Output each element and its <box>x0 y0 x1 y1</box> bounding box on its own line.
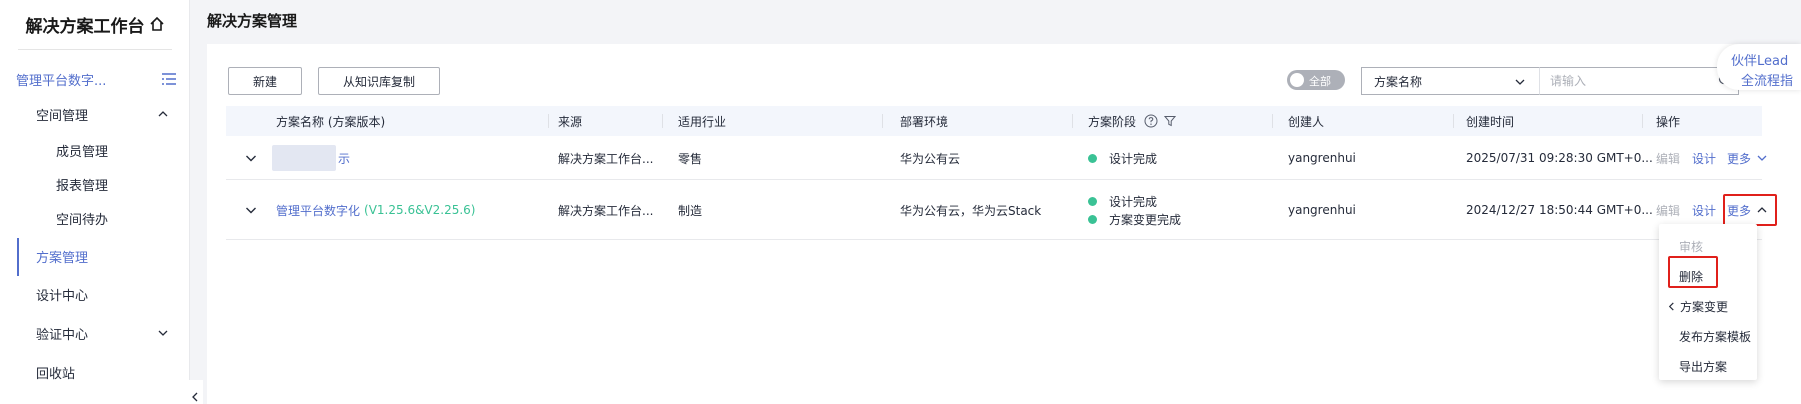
menu-item-export[interactable]: 导出方案 <box>1659 352 1757 380</box>
design-button[interactable]: 设计 <box>1692 136 1716 180</box>
column-divider <box>1072 114 1073 128</box>
search-field-select[interactable]: 方案名称 <box>1361 67 1539 95</box>
stage-cell: 设计完成 <box>1088 136 1157 180</box>
table-header: 方案名称 (方案版本) 来源 适用行业 部署环境 方案阶段 创建人 创建时间 操… <box>226 106 1762 136</box>
sidebar: 解决方案工作台 管理平台数字... 空间管理 成员管理 报表管理 空间待办 方案… <box>0 0 190 404</box>
new-button[interactable]: 新建 <box>228 67 302 95</box>
menu-item-solution-change[interactable]: 方案变更 <box>1659 292 1757 320</box>
sidebar-item-solution-management[interactable]: 方案管理 <box>0 240 190 272</box>
column-header-creator: 创建人 <box>1288 114 1325 129</box>
home-icon[interactable] <box>149 16 165 32</box>
help-icon[interactable] <box>1144 114 1158 128</box>
source-cell: 解决方案工作台... <box>558 203 654 218</box>
industry-cell: 制造 <box>678 203 703 218</box>
column-divider <box>1642 114 1643 128</box>
status-dot <box>1088 153 1097 163</box>
sidebar-item-design-center[interactable]: 设计中心 <box>0 278 190 310</box>
chevron-down-icon <box>1757 155 1767 161</box>
chevron-left-icon <box>192 392 198 402</box>
filter-icon[interactable] <box>1164 115 1177 127</box>
chevron-left-icon <box>1668 301 1674 311</box>
table-row: 管理平台数字化 (V1.25.6&V2.25.6) 解决方案工作台... 制造 … <box>226 180 1767 240</box>
column-header-industry: 适用行业 <box>678 114 727 129</box>
source-cell: 解决方案工作台... <box>558 151 654 166</box>
column-divider <box>662 114 663 128</box>
column-divider <box>882 114 883 128</box>
creator-cell: yangrenhui <box>1288 151 1356 165</box>
page-title: 解决方案管理 <box>207 12 298 30</box>
expand-row-icon[interactable] <box>245 204 257 216</box>
sidebar-item-recycle-bin[interactable]: 回收站 <box>0 356 190 388</box>
column-divider <box>548 114 549 128</box>
partner-lead-widget[interactable]: 伙伴Lead 全流程指 <box>1717 44 1801 90</box>
status-dot <box>1088 196 1097 206</box>
sidebar-item-members[interactable]: 成员管理 <box>0 134 190 166</box>
toggle-knob <box>1290 73 1304 87</box>
stage-cell: 设计完成 <box>1088 193 1157 209</box>
env-cell: 华为公有云，华为云Stack <box>900 203 1042 218</box>
more-actions-menu: 审核 删除 方案变更 发布方案模板 导出方案 <box>1659 224 1757 380</box>
solution-name-cell[interactable]: 示 <box>272 136 350 180</box>
column-header-ops: 操作 <box>1656 114 1681 129</box>
env-cell: 华为公有云 <box>900 151 961 166</box>
chevron-up-icon <box>158 111 168 117</box>
redacted-text <box>272 145 336 171</box>
sidebar-item-reports[interactable]: 报表管理 <box>0 168 190 200</box>
column-divider <box>1272 114 1273 128</box>
column-divider <box>1453 114 1454 128</box>
sidebar-collapse-handle[interactable] <box>187 380 203 404</box>
column-header-stage: 方案阶段 <box>1088 106 1177 136</box>
creator-cell: yangrenhui <box>1288 203 1356 217</box>
solution-name-cell[interactable]: 管理平台数字化 (V1.25.6&V2.25.6) <box>276 180 476 240</box>
sidebar-title[interactable]: 解决方案工作台 <box>0 0 190 48</box>
menu-item-publish-template[interactable]: 发布方案模板 <box>1659 322 1757 350</box>
column-header-env: 部署环境 <box>900 114 949 129</box>
column-header-name: 方案名称 (方案版本) <box>276 114 386 129</box>
sidebar-item-space-management[interactable]: 空间管理 <box>0 98 190 130</box>
more-button[interactable]: 更多 <box>1727 136 1767 180</box>
column-header-source: 来源 <box>558 114 583 129</box>
industry-cell: 零售 <box>678 151 703 166</box>
edit-button[interactable]: 编辑 <box>1656 136 1680 180</box>
stage-cell: 方案变更完成 <box>1088 211 1181 227</box>
sidebar-divider <box>18 49 172 50</box>
column-header-time: 创建时间 <box>1466 114 1515 129</box>
chevron-down-icon <box>158 330 168 336</box>
list-menu-icon[interactable] <box>162 73 176 85</box>
chevron-down-icon <box>1515 79 1525 85</box>
search-input[interactable] <box>1539 67 1739 95</box>
time-cell: 2024/12/27 18:50:44 GMT+0... <box>1466 203 1653 217</box>
expand-row-icon[interactable] <box>245 152 257 164</box>
sidebar-item-verification-center[interactable]: 验证中心 <box>0 317 190 349</box>
copy-from-knowledge-base-button[interactable]: 从知识库复制 <box>318 67 440 95</box>
time-cell: 2025/07/31 09:28:30 GMT+0... <box>1466 151 1653 165</box>
all-toggle[interactable]: 全部 <box>1287 70 1345 90</box>
sidebar-item-todos[interactable]: 空间待办 <box>0 202 190 234</box>
table-row: 示 解决方案工作台... 零售 华为公有云 设计完成 yangrenhui 20… <box>226 136 1767 180</box>
sidebar-project-selector[interactable]: 管理平台数字... <box>16 68 176 90</box>
highlight-box-more <box>1723 194 1777 226</box>
status-dot <box>1088 214 1097 224</box>
highlight-box-delete <box>1668 256 1718 288</box>
